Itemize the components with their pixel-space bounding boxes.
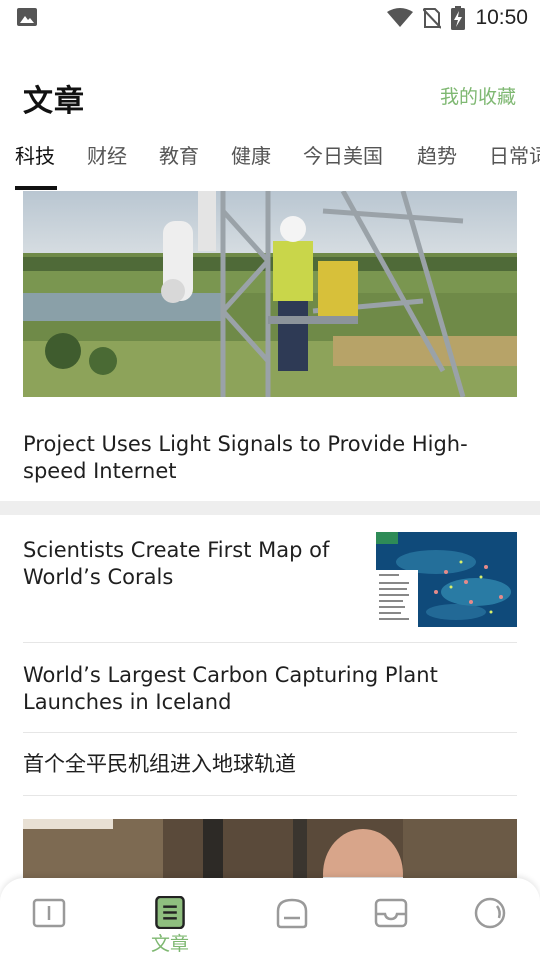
nav-discover[interactable] bbox=[460, 896, 520, 956]
book-icon bbox=[32, 898, 66, 928]
tab-usa-today[interactable]: 今日美国 bbox=[303, 140, 383, 190]
article-title[interactable]: 首个全平民机组进入地球轨道 bbox=[23, 751, 503, 778]
no-sim-icon bbox=[423, 8, 442, 29]
nav-home[interactable] bbox=[262, 896, 322, 956]
hero-article-title[interactable]: Project Uses Light Signals to Provide Hi… bbox=[23, 431, 513, 485]
row-separator bbox=[23, 795, 517, 796]
status-time: 10:50 bbox=[475, 6, 528, 29]
nav-articles[interactable]: 文章 bbox=[140, 896, 200, 956]
active-tab-indicator bbox=[15, 186, 57, 190]
nav-label-articles: 文章 bbox=[150, 933, 189, 955]
nav-inbox[interactable] bbox=[361, 896, 421, 956]
status-bar: 10:50 bbox=[0, 0, 540, 36]
tab-daily-words[interactable]: 日常词 bbox=[489, 140, 540, 190]
row-separator bbox=[23, 642, 517, 643]
tab-finance[interactable]: 财经 bbox=[87, 140, 127, 190]
article-title[interactable]: Scientists Create First Map of World’s C… bbox=[23, 537, 353, 591]
article-image[interactable] bbox=[23, 819, 517, 881]
battery-charging-icon bbox=[451, 6, 466, 30]
article-icon bbox=[155, 896, 185, 929]
inbox-icon bbox=[374, 898, 408, 928]
wifi-icon bbox=[387, 8, 414, 27]
tab-trends[interactable]: 趋势 bbox=[417, 140, 457, 190]
category-tabs: 科技 财经 教育 健康 今日美国 趋势 日常词 bbox=[0, 136, 540, 190]
article-feed[interactable]: Project Uses Light Signals to Provide Hi… bbox=[0, 191, 540, 881]
tab-education[interactable]: 教育 bbox=[159, 140, 199, 190]
bottom-navigation: 文章 bbox=[0, 878, 540, 960]
page-title: 文章 bbox=[23, 84, 85, 119]
section-divider bbox=[0, 501, 540, 515]
search-icon bbox=[474, 897, 506, 929]
nav-reading[interactable] bbox=[19, 896, 79, 956]
home-icon bbox=[276, 898, 308, 929]
my-favorites-link[interactable]: 我的收藏 bbox=[440, 82, 516, 109]
tab-tech[interactable]: 科技 bbox=[15, 140, 55, 190]
image-notification-icon bbox=[17, 8, 37, 26]
article-title[interactable]: World’s Largest Carbon Capturing Plant L… bbox=[23, 662, 503, 716]
row-separator bbox=[23, 732, 517, 733]
hero-article-image[interactable] bbox=[23, 191, 517, 397]
tab-health[interactable]: 健康 bbox=[231, 140, 271, 190]
coral-map-thumbnail[interactable] bbox=[376, 532, 517, 627]
